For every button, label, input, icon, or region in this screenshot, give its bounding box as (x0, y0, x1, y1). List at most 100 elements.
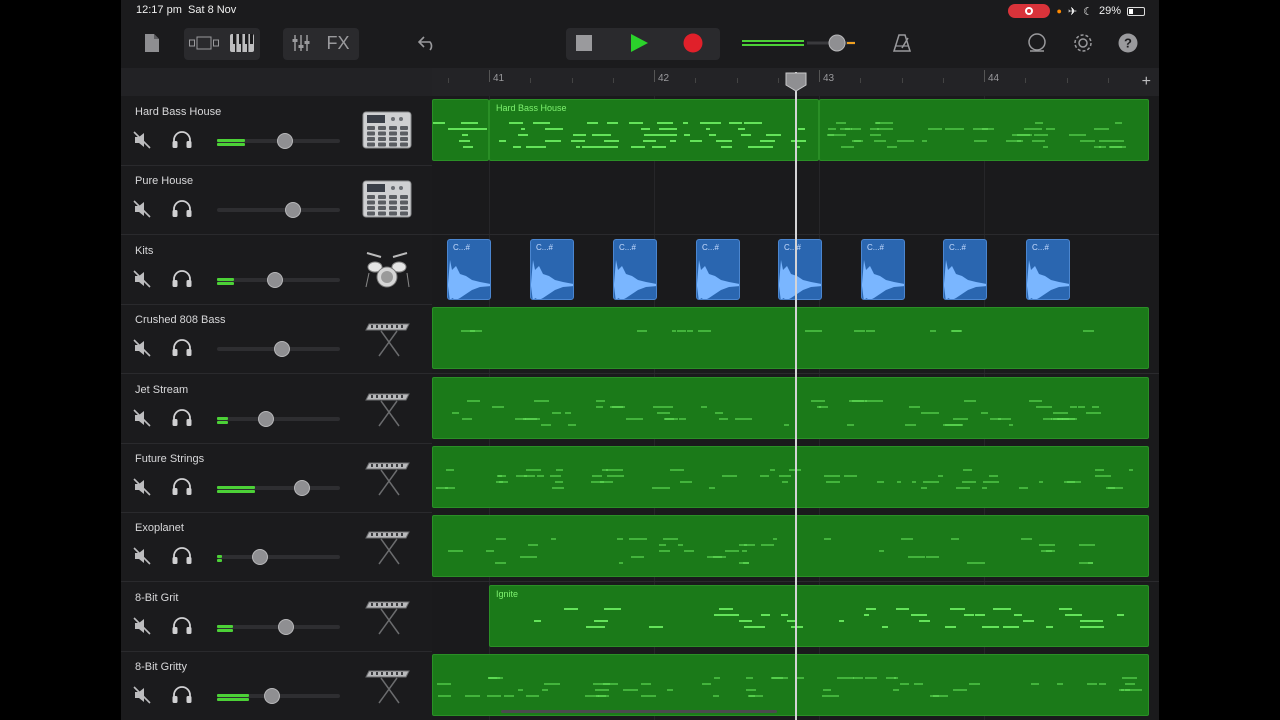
undo-icon[interactable] (415, 30, 441, 56)
midi-note (689, 140, 703, 142)
playhead[interactable] (795, 72, 797, 720)
midi-note (564, 411, 571, 414)
midi-note (950, 538, 959, 541)
volume-knob[interactable] (293, 480, 310, 496)
mute-icon[interactable] (133, 686, 151, 704)
midi-note (982, 481, 999, 483)
solo-headphones-icon[interactable] (171, 269, 193, 288)
track-volume-slider[interactable] (217, 208, 340, 213)
track-volume-slider[interactable] (217, 416, 340, 421)
track-level-meter (217, 559, 222, 563)
view-toggle-icon[interactable] (188, 30, 220, 56)
midi-region[interactable] (432, 99, 489, 161)
solo-headphones-icon[interactable] (171, 408, 193, 427)
document-icon[interactable] (141, 30, 163, 56)
record-icon[interactable] (681, 30, 705, 56)
midi-note (724, 146, 732, 148)
midi-region[interactable]: Ignite (489, 584, 1149, 647)
beat-sequencer-icon[interactable] (361, 110, 413, 150)
keyboard-synth-icon[interactable] (361, 318, 413, 358)
midi-note (897, 481, 902, 483)
midi-region[interactable] (819, 99, 1149, 161)
track-header[interactable]: Pure House (121, 165, 432, 236)
volume-knob[interactable] (277, 618, 294, 635)
midi-note (952, 689, 968, 692)
master-volume-slider[interactable] (807, 30, 863, 56)
mute-icon[interactable] (133, 478, 151, 496)
midi-region[interactable] (432, 446, 1149, 508)
audio-region[interactable]: C...# (1026, 238, 1070, 300)
midi-note (911, 481, 917, 483)
audio-region[interactable]: C...# (778, 238, 822, 300)
track-header[interactable]: Kits (121, 235, 432, 305)
midi-region[interactable]: Hard Bass House (489, 99, 819, 161)
solo-headphones-icon[interactable] (171, 686, 193, 704)
solo-headphones-icon[interactable] (171, 616, 193, 635)
solo-headphones-icon[interactable] (171, 478, 193, 496)
solo-headphones-icon[interactable] (171, 200, 193, 218)
volume-knob[interactable] (274, 341, 291, 358)
audio-region[interactable]: C...# (696, 238, 740, 300)
midi-region[interactable] (432, 307, 1149, 370)
drum-kit-icon[interactable] (361, 249, 413, 289)
track-volume-slider[interactable] (217, 555, 340, 560)
track-header[interactable]: Exoplanet (121, 512, 432, 583)
keyboard-icon[interactable] (228, 30, 256, 56)
volume-knob[interactable] (252, 549, 269, 566)
bar-tick (819, 70, 820, 82)
stop-icon[interactable] (573, 30, 595, 56)
midi-region[interactable] (432, 654, 1149, 717)
loop-icon[interactable] (1025, 30, 1049, 56)
mute-icon[interactable] (133, 339, 151, 357)
midi-region[interactable] (432, 376, 1149, 439)
mute-icon[interactable] (133, 617, 151, 635)
mute-icon[interactable] (133, 270, 151, 288)
audio-region[interactable]: C...# (530, 238, 574, 300)
midi-note (949, 607, 966, 610)
audio-region[interactable]: C...# (943, 238, 987, 300)
track-header[interactable]: 8-Bit Grit (121, 582, 432, 652)
play-icon[interactable] (627, 30, 651, 56)
keyboard-synth-icon[interactable] (361, 457, 413, 497)
keyboard-synth-icon[interactable] (361, 388, 413, 428)
track-header[interactable]: Future Strings (121, 443, 432, 513)
track-name: Jet Stream (135, 383, 189, 396)
mute-icon[interactable] (133, 547, 151, 565)
track-level-meter (217, 624, 233, 628)
horizontal-scrollbar[interactable] (501, 710, 777, 713)
keyboard-synth-icon[interactable] (361, 596, 413, 636)
track-header[interactable]: Crushed 808 Bass (121, 304, 432, 375)
mute-icon[interactable] (133, 131, 151, 149)
settings-icon[interactable] (1071, 30, 1095, 56)
audio-region[interactable]: C...# (447, 238, 491, 300)
solo-headphones-icon[interactable] (171, 339, 193, 357)
track-header[interactable]: 8-Bit Gritty (121, 651, 432, 720)
audio-region[interactable]: C...# (861, 238, 905, 300)
midi-note (956, 423, 964, 426)
mute-icon[interactable] (133, 200, 151, 218)
audio-region[interactable]: C...# (613, 238, 657, 300)
midi-region[interactable] (432, 515, 1149, 578)
fx-button[interactable]: FX (321, 30, 355, 56)
track-header[interactable]: Jet Stream (121, 374, 432, 444)
midi-note (517, 134, 528, 136)
volume-knob[interactable] (266, 271, 283, 288)
mute-icon[interactable] (133, 409, 151, 427)
midi-note (618, 562, 623, 565)
solo-headphones-icon[interactable] (171, 547, 193, 565)
battery-percent: 29% (1098, 5, 1121, 17)
beat-sequencer-icon[interactable] (361, 179, 413, 219)
keyboard-synth-icon[interactable] (361, 526, 413, 566)
volume-knob[interactable] (264, 688, 281, 705)
playhead-handle[interactable] (785, 72, 807, 92)
volume-knob[interactable] (258, 410, 275, 427)
metronome-icon[interactable] (890, 30, 914, 56)
mixer-icon[interactable] (287, 30, 315, 56)
help-icon[interactable]: ? (1117, 30, 1139, 56)
keyboard-synth-icon[interactable] (361, 665, 413, 705)
add-section-icon[interactable]: + (1142, 73, 1151, 91)
volume-knob[interactable] (285, 202, 302, 219)
track-header[interactable]: Hard Bass House (121, 96, 432, 166)
volume-knob[interactable] (276, 133, 293, 149)
solo-headphones-icon[interactable] (171, 131, 193, 149)
